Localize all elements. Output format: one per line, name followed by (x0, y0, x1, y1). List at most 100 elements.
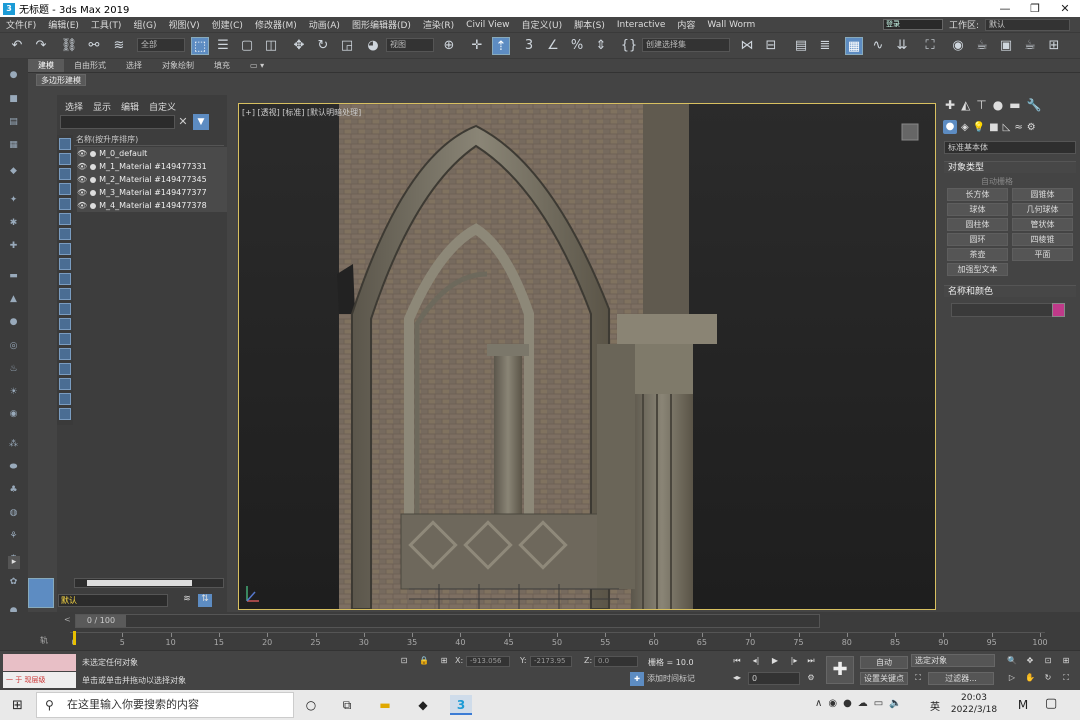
layer-explorer-icon[interactable]: ≣ (816, 37, 834, 55)
file-explorer-icon[interactable]: ▬ (374, 695, 396, 715)
current-frame-marker[interactable] (73, 631, 76, 645)
time-slider[interactable]: < 0 / 100 (64, 614, 820, 628)
geosphere-button[interactable]: 几何球体 (1012, 203, 1073, 216)
list-item[interactable]: 👁 M_3_Material #149477377 (77, 186, 227, 199)
tab-modeling[interactable]: 建模 (28, 59, 64, 72)
filter-xrefs-icon[interactable] (59, 243, 71, 255)
visibility-eye-icon[interactable]: 👁 (77, 186, 87, 199)
polygon-modeling-chip[interactable]: 多边形建模 (36, 74, 86, 86)
menu-rendering[interactable]: 渲染(R) (417, 18, 460, 31)
rect-selection-icon[interactable]: ▢ (238, 37, 256, 55)
filter-box-icon[interactable] (59, 378, 71, 390)
y-coordinate-field[interactable]: -2173.95 (530, 656, 572, 667)
motion-tab-icon[interactable]: ● (993, 98, 1003, 112)
menu-file[interactable]: 文件(F) (0, 18, 42, 31)
object-name-input[interactable] (951, 303, 1056, 317)
torus-icon[interactable]: ◎ (7, 340, 20, 353)
tree-icon[interactable]: ♣ (7, 484, 20, 497)
object-type-rollout[interactable]: 对象类型 (944, 161, 1076, 173)
zoom-extents-icon[interactable]: ⊡ (1042, 655, 1054, 667)
filter-invert-icon[interactable] (59, 348, 71, 360)
list-item[interactable]: 👁 M_0_default (77, 147, 227, 160)
tab-populate[interactable]: 填充 (204, 59, 240, 72)
torus-button[interactable]: 圆环 (947, 233, 1008, 246)
menu-edit[interactable]: 编辑(E) (42, 18, 85, 31)
geometry-icon[interactable]: ● (943, 120, 957, 134)
user-signin-dropdown[interactable]: 登录 (882, 19, 943, 30)
shapes-icon[interactable]: ◈ (961, 122, 969, 133)
active-layer-dropdown[interactable]: 默认 (58, 594, 168, 607)
viewport-layout-tab[interactable] (28, 578, 54, 608)
utilities-tab-icon[interactable]: 🔧 (1027, 98, 1042, 112)
toggle-ribbon-icon[interactable]: ▦ (845, 37, 863, 55)
visibility-eye-icon[interactable]: 👁 (77, 147, 87, 160)
auto-key-button[interactable]: 自动 (860, 656, 908, 669)
tab-selection[interactable]: 选择 (116, 59, 152, 72)
list-item[interactable]: 👁 M_1_Material #149477331 (77, 160, 227, 173)
menu-customize[interactable]: 自定义(U) (516, 18, 569, 31)
filter-spacewarps-icon[interactable] (59, 213, 71, 225)
key-filters-icon[interactable]: ⛶ (912, 672, 924, 684)
teapot-icon[interactable]: ♨ (7, 363, 20, 376)
task-view-icon[interactable]: ⧉ (336, 695, 358, 715)
tube-button[interactable]: 管状体 (1012, 218, 1073, 231)
filter-cameras-icon[interactable] (59, 183, 71, 195)
restore-icon[interactable]: ❐ (1020, 2, 1050, 15)
menu-wall-worm[interactable]: Wall Worm (701, 20, 761, 30)
menu-graph-editors[interactable]: 图形编辑器(D) (346, 18, 417, 31)
undo-icon[interactable]: ↶ (8, 37, 26, 55)
render-production-icon[interactable]: ☕ (1021, 37, 1039, 55)
z-coordinate-field[interactable]: 0.0 (594, 656, 638, 667)
bind-space-warp-icon[interactable]: ≋ (110, 37, 128, 55)
pan-icon[interactable]: ✋ (1024, 672, 1036, 684)
chart-icon[interactable]: ✿ (7, 576, 20, 589)
maxscript-mini-listener[interactable]: 一 于 现层级 (3, 672, 76, 688)
explorer-type-icon[interactable]: ⇅ (198, 594, 212, 607)
windows-start-icon[interactable]: ⊞ (12, 698, 23, 713)
box-icon[interactable]: ▬ (7, 270, 20, 283)
previous-frame-icon[interactable]: ◂| (750, 655, 762, 667)
maxscript-listener[interactable] (3, 654, 76, 671)
sun-icon[interactable]: ☀ (7, 386, 20, 399)
x-coordinate-field[interactable]: -913.056 (466, 656, 510, 667)
key-filters-button[interactable]: 过滤器... (928, 672, 994, 685)
zoom-extents-all-icon[interactable]: ⊞ (1060, 655, 1072, 667)
explorer-tab-edit[interactable]: 编辑 (121, 100, 139, 113)
explorer-search-input[interactable] (60, 115, 175, 129)
capsule-icon[interactable]: ⬬ (7, 461, 20, 474)
orb-icon[interactable]: ◉ (7, 408, 20, 421)
rotate-icon[interactable]: ↻ (314, 37, 332, 55)
time-configuration-icon[interactable]: ⚙ (805, 672, 817, 684)
layers-icon[interactable]: ≋ (180, 594, 194, 607)
filter-frozen-icon[interactable] (59, 288, 71, 300)
autogrid-checkbox[interactable]: 自动栅格 (981, 176, 1013, 187)
input-method-indicator[interactable]: 英 (930, 698, 940, 713)
filter-lights-icon[interactable] (59, 168, 71, 180)
filter-bones-icon[interactable] (59, 258, 71, 270)
set-key-button[interactable]: 设置关键点 (860, 672, 908, 685)
orbit-icon[interactable]: ↻ (1042, 672, 1054, 684)
cloud-icon[interactable]: ☁ (858, 698, 868, 709)
absolute-mode-icon[interactable]: ⊞ (438, 655, 450, 667)
align-icon[interactable]: ⊟ (762, 37, 780, 55)
show-hidden-icons[interactable]: ∧ (815, 698, 822, 709)
selection-filter-dropdown[interactable]: 全部 (137, 38, 185, 52)
cone-icon[interactable]: ▲ (7, 293, 20, 306)
render-setup-icon[interactable]: ☕ (973, 37, 991, 55)
list-icon[interactable]: ▤ (7, 116, 20, 129)
clear-search-icon[interactable]: ✕ (177, 115, 189, 129)
filter-groups-icon[interactable] (59, 228, 71, 240)
reference-coordinate-dropdown[interactable]: 视图 (386, 38, 434, 52)
hierarchy-tab-icon[interactable]: ⊤ (976, 98, 986, 112)
menu-tools[interactable]: 工具(T) (85, 18, 128, 31)
filter-list-icon[interactable] (59, 363, 71, 375)
expand-arrow-icon[interactable]: ▸ (8, 556, 20, 569)
schematic-view-icon[interactable]: ⛶ (921, 37, 939, 55)
name-column-header[interactable]: 名称(按升序排序) (74, 133, 224, 146)
go-to-end-icon[interactable]: ⏭ (805, 655, 817, 667)
percent-snap-icon[interactable]: % (568, 37, 586, 55)
taskbar-clock[interactable]: 20:03 2022/3/18 (945, 692, 1003, 716)
mesh-icon[interactable]: ✦ (7, 194, 20, 207)
helper-icon[interactable]: ◆ (7, 165, 20, 178)
next-frame-icon[interactable]: |▸ (788, 655, 800, 667)
